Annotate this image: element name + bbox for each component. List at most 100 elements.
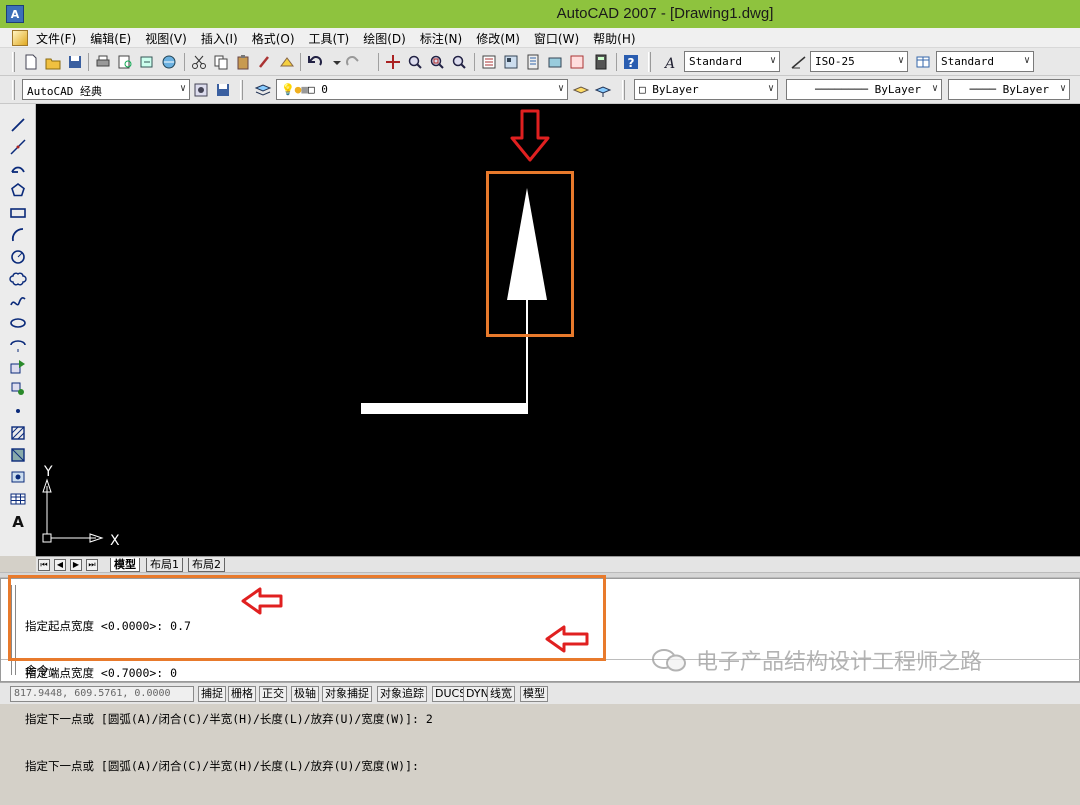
- zoom-window-icon[interactable]: [428, 53, 446, 71]
- status-otrack-button[interactable]: 对象追踪: [377, 686, 427, 702]
- toolbar-grip[interactable]: [240, 80, 243, 100]
- ellipse-arc-icon[interactable]: [9, 336, 27, 354]
- plot-preview-icon[interactable]: [116, 53, 134, 71]
- undo-icon[interactable]: [306, 53, 324, 71]
- workspace-settings-icon[interactable]: [192, 81, 210, 99]
- table-style-icon[interactable]: [914, 53, 932, 71]
- menu-format[interactable]: 格式(O): [252, 30, 295, 47]
- menu-help[interactable]: 帮助(H): [593, 30, 635, 47]
- ucs-x-label: X: [110, 533, 120, 549]
- make-layer-current-icon[interactable]: [572, 81, 590, 99]
- menu-view[interactable]: 视图(V): [145, 30, 187, 47]
- rectangle-icon[interactable]: [9, 204, 27, 222]
- layer-select[interactable]: 💡●■□ 0 ∨: [276, 79, 568, 100]
- status-snap-button[interactable]: 捕捉: [198, 686, 226, 702]
- next-tab-icon[interactable]: ▶: [70, 559, 82, 571]
- coordinate-readout: 817.9448, 609.5761, 0.0000: [10, 686, 194, 702]
- status-ortho-button[interactable]: 正交: [259, 686, 287, 702]
- color-select[interactable]: □ ByLayer ∨: [634, 79, 778, 100]
- line-icon[interactable]: [9, 116, 27, 134]
- text-style-icon[interactable]: A: [662, 53, 680, 71]
- spline-icon[interactable]: [9, 292, 27, 310]
- make-block-icon[interactable]: [9, 380, 27, 398]
- design-center-icon[interactable]: [502, 53, 520, 71]
- revision-cloud-icon[interactable]: [9, 270, 27, 288]
- status-lineweight-button[interactable]: 线宽: [487, 686, 515, 702]
- layer-manager-icon[interactable]: [254, 81, 272, 99]
- region-icon[interactable]: [9, 468, 27, 486]
- properties-icon[interactable]: [480, 53, 498, 71]
- copy-icon[interactable]: [212, 53, 230, 71]
- text-style-select[interactable]: Standard ∨: [684, 51, 780, 72]
- publish-icon[interactable]: [138, 53, 156, 71]
- document-icon[interactable]: [12, 30, 28, 46]
- command-prompt[interactable]: 命令:: [25, 662, 56, 679]
- etransmit-icon[interactable]: [160, 53, 178, 71]
- pan-icon[interactable]: [384, 53, 402, 71]
- menu-tools[interactable]: 工具(T): [309, 30, 350, 47]
- toolbar-grip[interactable]: [12, 80, 15, 100]
- tab-layout2[interactable]: 布局2: [188, 558, 225, 572]
- menu-draw[interactable]: 绘图(D): [363, 30, 406, 47]
- dim-style-icon[interactable]: [790, 53, 808, 71]
- paste-icon[interactable]: [234, 53, 252, 71]
- status-osnap-button[interactable]: 对象捕捉: [322, 686, 372, 702]
- markup-icon[interactable]: [568, 53, 586, 71]
- toolbar-grip[interactable]: [12, 52, 15, 72]
- zoom-previous-icon[interactable]: [450, 53, 468, 71]
- new-icon[interactable]: [22, 53, 40, 71]
- toolbar-grip[interactable]: [622, 80, 625, 100]
- table-style-select[interactable]: Standard ∨: [936, 51, 1034, 72]
- lineweight-value: ByLayer: [1002, 83, 1049, 96]
- first-tab-icon[interactable]: ⏮: [38, 559, 50, 571]
- point-icon[interactable]: [9, 402, 27, 420]
- menu-file[interactable]: 文件(F): [36, 30, 76, 47]
- status-polar-button[interactable]: 极轴: [291, 686, 319, 702]
- construction-line-icon[interactable]: [9, 138, 27, 156]
- menu-dimension[interactable]: 标注(N): [420, 30, 462, 47]
- layer-previous-icon[interactable]: [594, 81, 612, 99]
- status-model-button[interactable]: 模型: [520, 686, 548, 702]
- menu-modify[interactable]: 修改(M): [476, 30, 520, 47]
- table-icon[interactable]: [9, 490, 27, 508]
- circle-icon[interactable]: [9, 248, 27, 266]
- save-workspace-icon[interactable]: [214, 81, 232, 99]
- polygon-icon[interactable]: [9, 182, 27, 200]
- status-bar: 817.9448, 609.5761, 0.0000 捕捉 栅格 正交 极轴 对…: [0, 682, 1080, 704]
- lineweight-select[interactable]: ──── ByLayer ∨: [948, 79, 1070, 100]
- zoom-realtime-icon[interactable]: [406, 53, 424, 71]
- menu-edit[interactable]: 编辑(E): [90, 30, 131, 47]
- hatch-icon[interactable]: [9, 424, 27, 442]
- color-swatch-icon: □: [639, 83, 653, 96]
- save-icon[interactable]: [66, 53, 84, 71]
- linetype-select[interactable]: ──────── ByLayer ∨: [786, 79, 942, 100]
- match-properties-icon[interactable]: [256, 53, 274, 71]
- tool-palettes-icon[interactable]: [524, 53, 542, 71]
- menu-insert[interactable]: 插入(I): [201, 30, 238, 47]
- ellipse-icon[interactable]: [9, 314, 27, 332]
- sheet-set-icon[interactable]: [546, 53, 564, 71]
- cut-icon[interactable]: [190, 53, 208, 71]
- block-editor-icon[interactable]: [278, 53, 296, 71]
- chevron-down-icon: ∨: [769, 55, 776, 66]
- calculator-icon[interactable]: [592, 53, 610, 71]
- tab-layout1[interactable]: 布局1: [146, 558, 183, 572]
- prev-tab-icon[interactable]: ◀: [54, 559, 66, 571]
- polyline-icon[interactable]: [9, 160, 27, 178]
- arc-icon[interactable]: [9, 226, 27, 244]
- menu-window[interactable]: 窗口(W): [534, 30, 579, 47]
- gradient-icon[interactable]: [9, 446, 27, 464]
- multiline-text-icon[interactable]: A: [9, 512, 27, 530]
- dim-style-select[interactable]: ISO-25 ∨: [810, 51, 908, 72]
- insert-block-icon[interactable]: [9, 358, 27, 376]
- redo-icon[interactable]: [344, 53, 362, 71]
- last-tab-icon[interactable]: ⏭: [86, 559, 98, 571]
- help-icon[interactable]: ?: [622, 53, 640, 71]
- open-icon[interactable]: [44, 53, 62, 71]
- workspace-select[interactable]: AutoCAD 经典 ∨: [22, 79, 190, 100]
- toolbar-grip[interactable]: [648, 52, 651, 72]
- tab-model[interactable]: 模型: [110, 558, 140, 572]
- text-style-value: Standard: [689, 55, 742, 68]
- status-grid-button[interactable]: 栅格: [228, 686, 256, 702]
- print-icon[interactable]: [94, 53, 112, 71]
